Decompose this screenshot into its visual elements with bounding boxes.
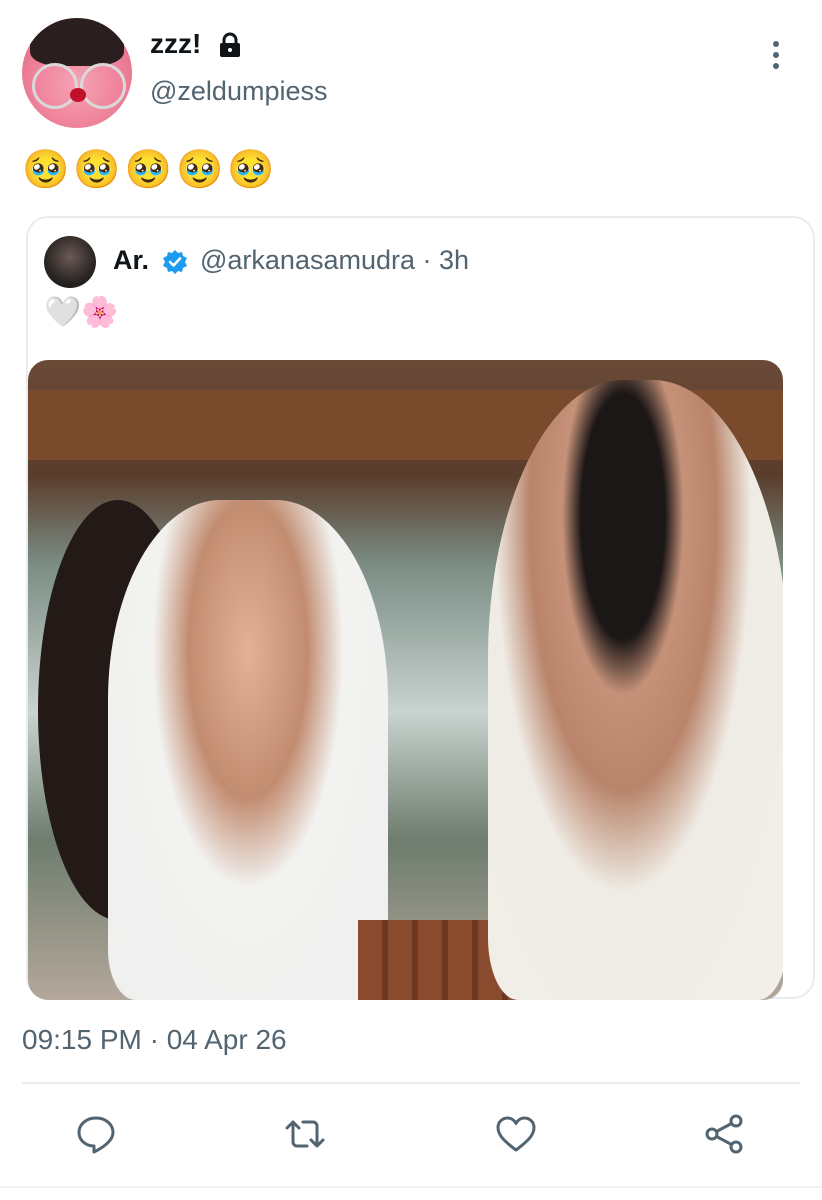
tweet-text: 🥹🥹🥹🥹🥹: [22, 149, 279, 191]
verified-badge-icon: [163, 250, 187, 274]
quoted-author-name[interactable]: Ar.: [113, 245, 149, 276]
lock-icon: [220, 32, 240, 57]
author-handle[interactable]: @zeldumpiess: [150, 76, 327, 107]
more-vertical-icon[interactable]: [766, 38, 786, 72]
retweet-icon[interactable]: [283, 1112, 327, 1156]
quoted-tweet-text: 🤍🌸: [44, 296, 119, 329]
tweet-timestamp[interactable]: 09:15 PM · 04 Apr 26: [22, 1024, 287, 1056]
quoted-tweet-photo[interactable]: [28, 360, 783, 1000]
quoted-author-avatar[interactable]: [44, 236, 96, 288]
bottom-divider: [0, 1186, 822, 1188]
author-avatar[interactable]: [22, 18, 132, 128]
author-display-name[interactable]: zzz!: [150, 28, 201, 60]
quoted-author-handle-time[interactable]: @arkanasamudra · 3h: [200, 245, 469, 276]
share-icon[interactable]: [702, 1112, 746, 1156]
reply-icon[interactable]: [74, 1112, 118, 1156]
heart-icon[interactable]: [494, 1112, 538, 1156]
divider: [22, 1082, 800, 1084]
